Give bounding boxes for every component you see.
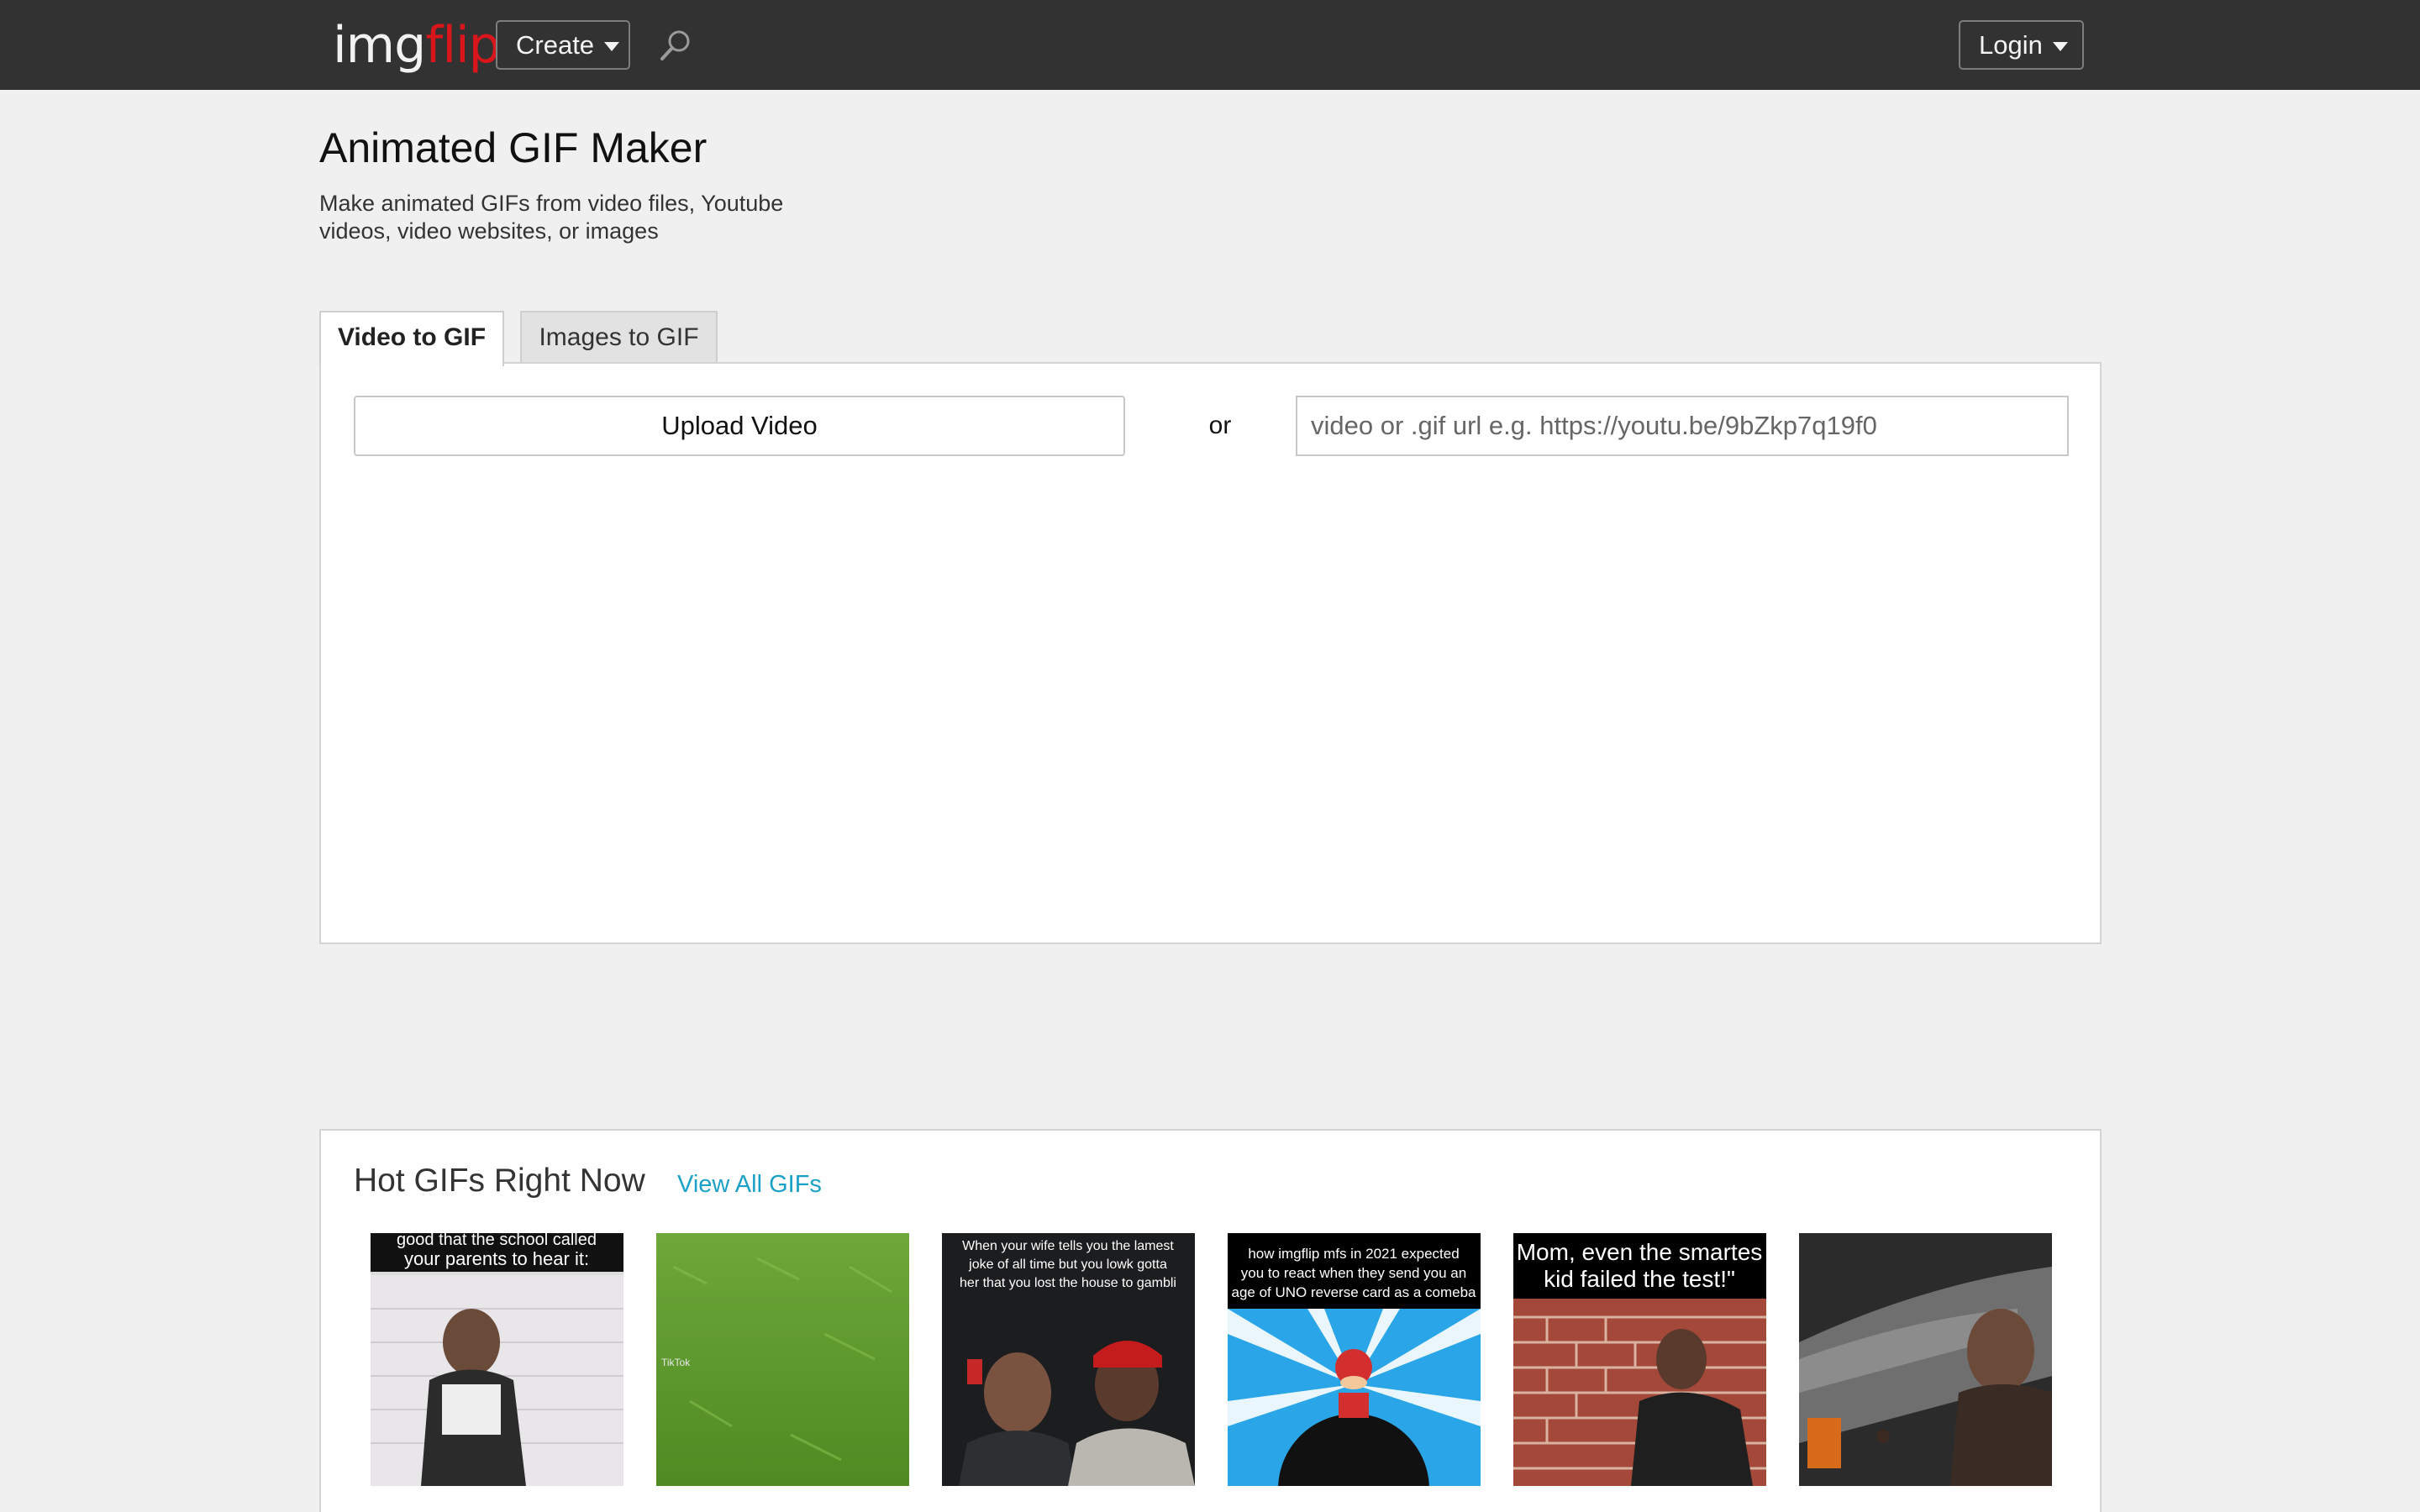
gif-caption-line: good that the school called	[397, 1233, 597, 1249]
gif-caption-line: joke of all time but you lowk gotta	[968, 1257, 1167, 1272]
page-subtitle: Make animated GIFs from video files, You…	[319, 191, 784, 244]
page-title: Animated GIF Maker	[319, 124, 708, 171]
login-dropdown-button[interactable]: Login	[1959, 20, 2084, 70]
imgflip-logo[interactable]: imgflip	[333, 12, 501, 79]
login-label: Login	[1979, 30, 2043, 60]
top-navbar: imgflip Create Login	[0, 0, 2420, 90]
gif-caption-line: When your wife tells you the lamest	[962, 1239, 1174, 1253]
gif-thumbnail-1[interactable]: good that the school called your parents…	[371, 1233, 623, 1486]
gif-caption-line: you to react when they send you an	[1241, 1265, 1466, 1281]
gif-thumbnail-5[interactable]: Mom, even the smartes kid failed the tes…	[1513, 1233, 1766, 1486]
create-label: Create	[516, 30, 595, 60]
gif-thumbnail-3[interactable]: When your wife tells you the lamest joke…	[942, 1233, 1195, 1486]
logo-text-flip: flip	[425, 16, 501, 75]
chevron-down-icon	[2052, 42, 2068, 51]
or-separator: or	[1208, 412, 1232, 439]
hot-gifs-title: Hot GIFs Right Now	[354, 1163, 645, 1199]
tab-images-to-gif[interactable]: Images to GIF	[520, 311, 718, 363]
chevron-down-icon	[604, 42, 620, 51]
gif-thumbnail-2[interactable]: TikTok	[656, 1233, 909, 1486]
gif-thumbnail-6[interactable]	[1799, 1233, 2052, 1486]
upload-video-button[interactable]: Upload Video	[354, 396, 1125, 456]
gif-caption-line: age of UNO reverse card as a comeba	[1231, 1284, 1476, 1300]
create-dropdown-button[interactable]: Create	[496, 20, 630, 70]
hot-gifs-section: Hot GIFs Right Now View All GIFs good th…	[319, 1129, 2102, 1512]
gif-caption-line: how imgflip mfs in 2021 expected	[1248, 1246, 1459, 1262]
logo-text-img: img	[333, 16, 426, 75]
tiktok-watermark: TikTok	[661, 1357, 691, 1368]
gif-caption-line: her that you lost the house to gambli	[960, 1276, 1176, 1290]
gif-thumbnail-4[interactable]: how imgflip mfs in 2021 expected you to …	[1228, 1233, 1481, 1486]
tab-video-to-gif[interactable]: Video to GIF	[319, 311, 504, 366]
gif-maker-panel: Upload Video or	[319, 362, 2102, 944]
search-icon[interactable]	[657, 27, 694, 64]
gif-caption-line: kid failed the test!"	[1544, 1266, 1735, 1292]
view-all-gifs-link[interactable]: View All GIFs	[677, 1169, 822, 1200]
video-url-input[interactable]	[1296, 396, 2069, 456]
gif-caption-line: your parents to hear it:	[404, 1248, 589, 1269]
gif-caption-line: Mom, even the smartes	[1517, 1239, 1763, 1265]
